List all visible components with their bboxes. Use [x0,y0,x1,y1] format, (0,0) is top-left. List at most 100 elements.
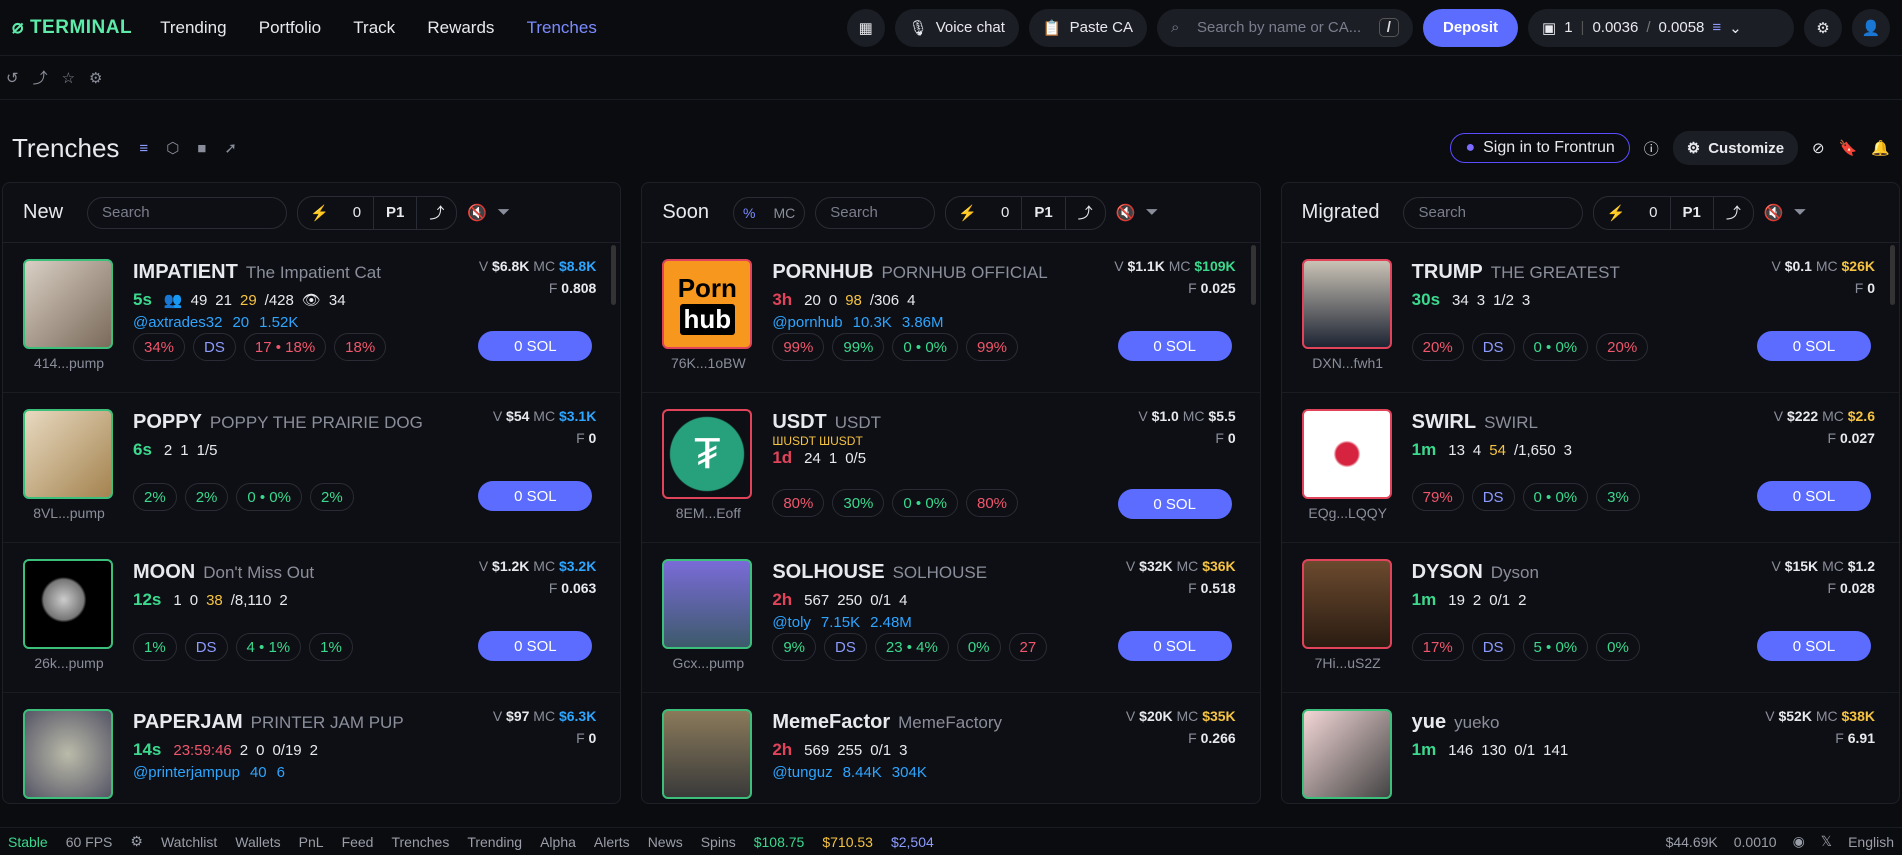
help-icon[interactable]: ⓘ [1644,138,1659,159]
token-card[interactable]: 26k...pump MOON Don't Miss Out 12s 1 0 38/8,… [3,543,621,693]
customize-button[interactable]: ⚙ Customize [1672,131,1799,165]
twitter-handle[interactable]: @axtrades32 [133,314,222,331]
alerts-link[interactable]: Alerts [594,834,630,850]
market-values: V $97 MC $6.3K F 0 [492,708,597,746]
token-card[interactable]: yue yueko 1m 146 130 0/1 141 V $52K MC $38K F … [1282,693,1899,803]
token-avatar[interactable]: ₮ [662,409,753,499]
trenches-link[interactable]: Trenches [391,834,449,850]
logo[interactable]: ⌀ TERMINAL [12,16,132,39]
wallet-selector[interactable]: ▣ 1 | 0.0036/0.0058 ≡ ⌄ [1528,8,1794,47]
token-avatar[interactable]: Porn hub [662,259,753,349]
star-icon[interactable]: ☆ [62,69,75,87]
chart-icon[interactable]: ⤴ [1714,197,1753,229]
column-search-input[interactable]: Search [815,196,936,229]
chart-icon[interactable]: ⤴ [417,197,456,229]
quick-buy-button[interactable]: 0 SOL [478,481,593,511]
token-card[interactable]: Porn hub 76K...1oBW PORNHUB PORNHUB OFFICI… [642,243,1260,393]
watchlist-link[interactable]: Watchlist [161,834,217,850]
frontrun-signin-button[interactable]: ● Sign in to Frontrun [1450,133,1630,163]
cube-icon[interactable]: ⬡ [166,139,179,157]
token-card[interactable]: MemeFactor MemeFactory 2h 569 255 0/1 3 @tung… [642,693,1259,803]
token-avatar[interactable] [1301,409,1392,499]
alpha-link[interactable]: Alpha [540,834,576,850]
quick-buy-button[interactable]: 0 SOL [1756,331,1871,361]
deposit-button[interactable]: Deposit [1422,8,1518,47]
wallets-link[interactable]: Wallets [235,834,280,850]
token-card[interactable]: 414...pump IMPATIENT The Impatient Cat 5s… [3,243,621,393]
hide-icon[interactable]: ⊘ [1812,139,1825,157]
nav-rewards[interactable]: Rewards [427,18,494,37]
nav-trenches[interactable]: Trenches [527,18,597,37]
trending-link[interactable]: Trending [467,834,522,850]
rocket-icon[interactable]: ➚ [224,139,237,157]
token-avatar[interactable] [23,709,113,799]
search-input[interactable]: ⌕ Search by name or CA... / [1156,8,1413,47]
filter-icon[interactable]: ⏷ [1794,204,1807,222]
quick-buy-control[interactable]: ⚡ 0 P1 ⤴ [945,195,1106,230]
token-card[interactable]: Gcx...pump SOLHOUSE SOLHOUSE 2h 567 250 0/1 4… [642,543,1260,693]
solana-filter-icon[interactable]: ≡ [139,140,148,157]
quick-buy-button[interactable]: 0 SOL [478,331,593,361]
quick-buy-button[interactable]: 0 SOL [1117,331,1232,361]
column-search-input[interactable]: Search [87,196,288,229]
token-avatar[interactable] [662,709,753,799]
quick-buy-button[interactable]: 0 SOL [478,631,593,661]
market-values: V $32K MC $36K F 0.518 [1125,558,1236,596]
filter-icon[interactable]: ⏷ [497,204,510,222]
language-selector[interactable]: English [1848,834,1894,850]
quick-buy-button[interactable]: 0 SOL [1117,489,1232,519]
filter-icon[interactable]: ⏷ [1146,204,1159,222]
history-icon[interactable]: ↺ [6,69,19,87]
quick-buy-button[interactable]: 0 SOL [1117,631,1232,661]
mute-icon[interactable]: 🔇 [467,203,487,223]
token-card[interactable]: ₮ 8EM...Eoff USDT USDT ШUSDT ШUSDT 1d 24 1 0… [642,393,1260,543]
gear-icon[interactable]: ⚙ [130,833,143,850]
token-card[interactable]: 8VL...pump POPPY POPPY THE PRAIRIE DOG 6s… [3,393,621,543]
token-avatar[interactable] [1301,259,1392,349]
token-card[interactable]: PAPERJAM PRINTER JAM PUP 14s 23:59:46 2 0 0/1… [3,693,620,803]
square-icon[interactable]: ■ [197,140,206,157]
token-avatar[interactable] [23,409,113,499]
gear-icon[interactable]: ⚙ [89,69,102,87]
pnl-link[interactable]: PnL [299,834,324,850]
lightning-icon: ⚡ [1606,204,1626,222]
token-card[interactable]: 7Hi...uS2Z DYSON Dyson 1m 19 2 0/1 2 V $15K M… [1281,543,1899,693]
token-avatar[interactable] [1301,709,1392,799]
settings-gear-icon[interactable]: ⚙ [1804,8,1842,47]
token-avatar[interactable] [23,259,113,349]
column-search-input[interactable]: Search [1403,196,1584,229]
token-card[interactable]: EQg...LQQY SWIRL SWIRL 1m 13 4 54/1,650 3 V $… [1281,393,1899,543]
nav-trending[interactable]: Trending [160,18,226,37]
mute-icon[interactable]: 🔇 [1764,203,1784,223]
discord-icon[interactable]: ◉ [1793,833,1805,850]
nav-portfolio[interactable]: Portfolio [259,18,321,37]
quick-buy-button[interactable]: 0 SOL [1756,631,1871,661]
quick-buy-control[interactable]: ⚡ 0 P1 ⤴ [1593,195,1754,230]
percent-mc-toggle[interactable]: % MC [733,196,806,229]
token-avatar[interactable] [1301,559,1392,649]
token-avatar[interactable] [662,559,753,649]
paste-ca-button[interactable]: 📋 Paste CA [1028,8,1147,47]
column-soon: Soon % MC Search ⚡ 0 P1 ⤴ 🔇 ⏷ Porn hub 76K...… [641,182,1261,804]
preset-p1[interactable]: P1 [373,196,418,229]
profile-icon[interactable]: 👤 [1852,8,1890,47]
news-link[interactable]: News [648,834,683,850]
quick-buy-button[interactable]: 0 SOL [1756,481,1871,511]
mute-icon[interactable]: 🔇 [1116,203,1136,223]
nav-track[interactable]: Track [353,18,395,37]
voice-chat-button[interactable]: 🎙 Voice chat [894,8,1019,47]
token-address[interactable]: 414...pump [19,355,119,371]
token-card[interactable]: DXN...fwh1 TRUMP THE GREATEST 30s 34 3 1/2 3 … [1281,243,1899,393]
chart-icon[interactable]: ⤴ [33,67,48,88]
spins-link[interactable]: Spins [701,834,736,850]
token-address[interactable]: 8VL...pump [19,505,119,521]
bookmark-icon[interactable]: 🔖 [1839,139,1858,157]
token-avatar[interactable] [23,559,113,649]
quick-buy-control[interactable]: ⚡ 0 P1 ⤴ [297,195,458,230]
x-icon[interactable]: 𝕏 [1821,833,1832,850]
feed-link[interactable]: Feed [342,834,374,850]
bell-icon[interactable]: 🔔 [1871,139,1890,157]
token-address[interactable]: 26k...pump [19,655,119,671]
qr-scan-icon[interactable]: ▦ [846,8,885,47]
chart-icon[interactable]: ⤴ [1066,197,1105,229]
